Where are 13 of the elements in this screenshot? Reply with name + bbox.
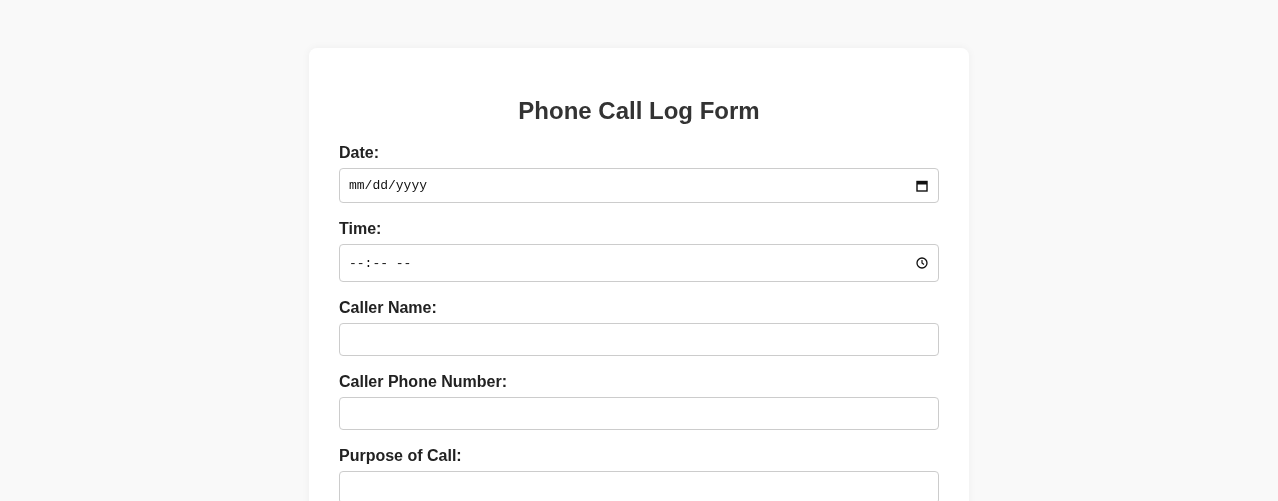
text-field[interactable] [339,471,939,501]
field-label: Time: [339,219,383,238]
calendar-icon[interactable] [916,179,928,192]
time-field[interactable]: --:-- -- [339,244,939,282]
date-field[interactable]: mm/dd/yyyy [339,168,939,203]
field-label: Caller Phone Number: [339,372,509,391]
field-label: Caller Name: [339,298,438,317]
field-label: Date: [339,143,380,162]
field-label: Purpose of Call: [339,446,463,465]
text-field[interactable] [339,323,939,356]
clock-icon[interactable] [916,257,928,269]
form-title: Phone Call Log Form [517,96,761,125]
text-field[interactable] [339,397,939,430]
